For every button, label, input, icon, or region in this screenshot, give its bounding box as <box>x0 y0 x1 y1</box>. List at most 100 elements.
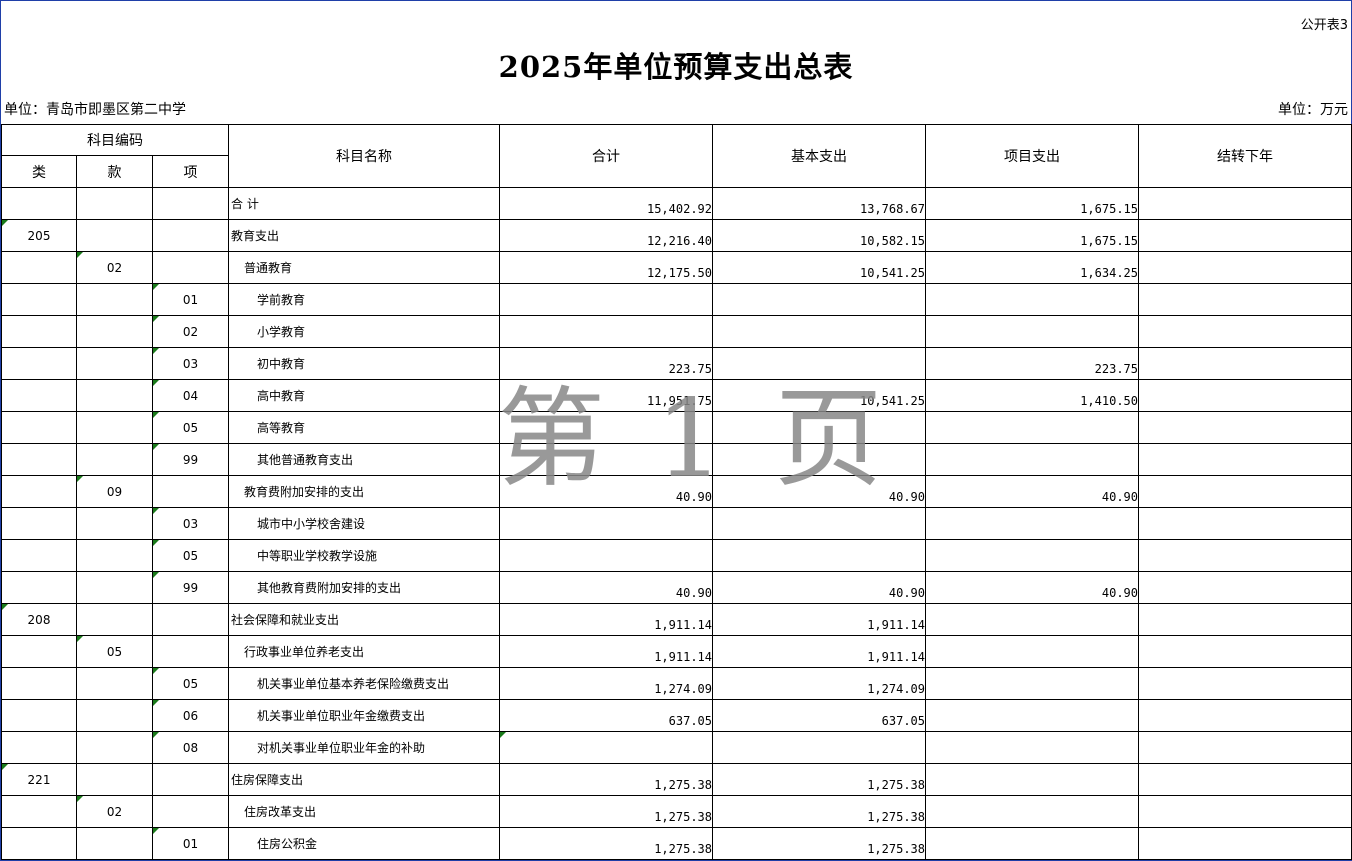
cell-xiang <box>152 635 229 668</box>
cell-basic <box>712 347 926 380</box>
amount-total: 1,275.38 <box>654 842 712 856</box>
amount-project: 1,634.25 <box>1080 266 1138 280</box>
cell-name: 社会保障和就业支出 <box>228 603 500 636</box>
amount-basic: 1,275.38 <box>867 810 925 824</box>
subject-name: 住房公积金 <box>257 837 318 851</box>
cell-xiang <box>152 475 229 508</box>
cell-total <box>499 283 713 316</box>
cell-name: 教育支出 <box>228 219 500 252</box>
amount-total: 11,951.75 <box>646 394 712 408</box>
amount-basic: 1,275.38 <box>867 778 925 792</box>
cell-lei <box>1 731 77 764</box>
cell-name: 初中教育 <box>228 347 500 380</box>
table-row: 05 中等职业学校教学设施 <box>1 539 1352 572</box>
cell-basic: 10,541.25 <box>712 379 926 412</box>
amount-basic: 10,541.25 <box>859 266 925 280</box>
cell-project <box>925 603 1139 636</box>
cell-name: 住房公积金 <box>228 827 500 860</box>
amount-total: 1,275.38 <box>654 810 712 824</box>
cell-kuan <box>76 827 153 860</box>
cell-lei: 208 <box>1 603 77 636</box>
amount-project: 1,675.15 <box>1080 234 1138 248</box>
header-basic: 基本支出 <box>712 124 926 188</box>
cell-carry <box>1138 795 1352 828</box>
cell-total <box>499 507 713 540</box>
amount-basic: 10,582.15 <box>859 234 925 248</box>
cell-name: 住房改革支出 <box>228 795 500 828</box>
cell-project: 1,410.50 <box>925 379 1139 412</box>
cell-total: 637.05 <box>499 699 713 732</box>
table-row: 08 对机关事业单位职业年金的补助 <box>1 731 1352 764</box>
unit-org-label: 单位：青岛市即墨区第二中学 <box>4 102 186 118</box>
cell-project <box>925 667 1139 700</box>
cell-xiang: 99 <box>152 571 229 604</box>
cell-basic <box>712 443 926 476</box>
cell-kuan <box>76 603 153 636</box>
cell-total: 15,402.92 <box>499 187 713 220</box>
cell-xiang <box>152 763 229 796</box>
cell-name: 中等职业学校教学设施 <box>228 539 500 572</box>
header-kuan: 款 <box>76 155 153 188</box>
cell-total <box>499 731 713 764</box>
cell-name: 高等教育 <box>228 411 500 444</box>
cell-kuan <box>76 763 153 796</box>
cell-kuan <box>76 347 153 380</box>
cell-total: 1,911.14 <box>499 603 713 636</box>
cell-total <box>499 443 713 476</box>
cell-xiang: 05 <box>152 667 229 700</box>
subject-name: 社会保障和就业支出 <box>231 613 340 627</box>
amount-basic: 1,274.09 <box>867 682 925 696</box>
cell-project: 1,634.25 <box>925 251 1139 284</box>
cell-carry <box>1138 731 1352 764</box>
subject-name: 初中教育 <box>257 357 306 371</box>
cell-project <box>925 795 1139 828</box>
cell-total: 11,951.75 <box>499 379 713 412</box>
cell-carry <box>1138 347 1352 380</box>
table-row: 208 社会保障和就业支出 1,911.14 1,911.14 <box>1 603 1352 636</box>
cell-name: 合 计 <box>228 187 500 220</box>
cell-basic: 10,582.15 <box>712 219 926 252</box>
header-code-group: 科目编码 <box>1 124 229 156</box>
cell-basic: 1,275.38 <box>712 795 926 828</box>
cell-total <box>499 539 713 572</box>
cell-lei <box>1 795 77 828</box>
cell-carry <box>1138 763 1352 796</box>
table-body: 合 计 15,402.92 13,768.67 1,675.15 205 教育支出 12,2… <box>1 187 1352 860</box>
amount-basic: 40.90 <box>888 586 925 600</box>
cell-name: 教育费附加安排的支出 <box>228 475 500 508</box>
cell-carry <box>1138 571 1352 604</box>
cell-kuan <box>76 315 153 348</box>
amount-total: 1,911.14 <box>654 650 712 664</box>
cell-project <box>925 443 1139 476</box>
subject-name: 对机关事业单位职业年金的补助 <box>257 741 426 755</box>
cell-kuan <box>76 443 153 476</box>
cell-name: 机关事业单位基本养老保险缴费支出 <box>228 667 500 700</box>
amount-basic: 637.05 <box>881 714 925 728</box>
cell-total: 223.75 <box>499 347 713 380</box>
subject-name: 住房保障支出 <box>231 773 304 787</box>
cell-xiang: 03 <box>152 347 229 380</box>
subject-name: 合 计 <box>231 197 259 211</box>
cell-project <box>925 699 1139 732</box>
table-row: 99 其他普通教育支出 <box>1 443 1352 476</box>
cell-carry <box>1138 603 1352 636</box>
cell-carry <box>1138 219 1352 252</box>
subject-name: 中等职业学校教学设施 <box>257 549 378 563</box>
cell-xiang: 08 <box>152 731 229 764</box>
amount-total: 12,216.40 <box>646 234 712 248</box>
cell-total: 1,275.38 <box>499 763 713 796</box>
amount-project: 1,675.15 <box>1080 202 1138 216</box>
cell-lei <box>1 539 77 572</box>
page-title: 2025年单位预算支出总表 <box>498 50 854 84</box>
cell-xiang: 06 <box>152 699 229 732</box>
cell-lei <box>1 475 77 508</box>
table-row: 205 教育支出 12,216.40 10,582.15 1,675.15 <box>1 219 1352 252</box>
cell-total <box>499 315 713 348</box>
cell-lei <box>1 507 77 540</box>
cell-lei <box>1 347 77 380</box>
cell-carry <box>1138 699 1352 732</box>
cell-project: 223.75 <box>925 347 1139 380</box>
cell-carry <box>1138 667 1352 700</box>
subject-name: 机关事业单位职业年金缴费支出 <box>257 709 426 723</box>
cell-basic <box>712 539 926 572</box>
